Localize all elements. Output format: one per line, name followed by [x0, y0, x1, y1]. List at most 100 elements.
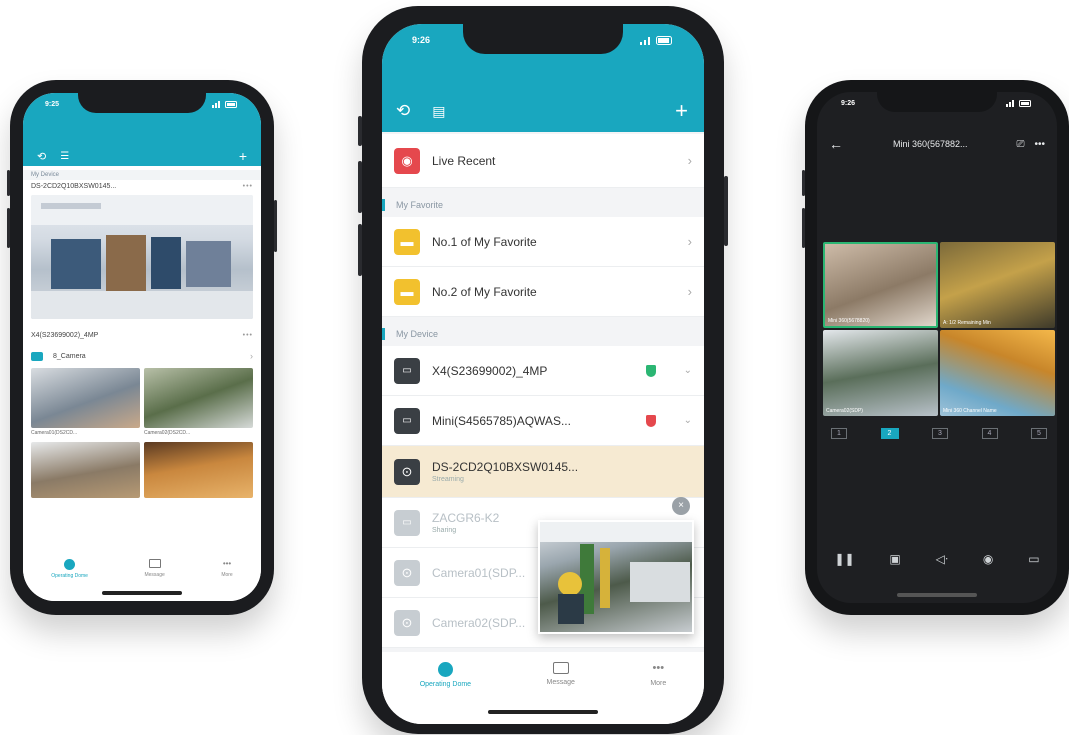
page-indicator: 1 2 3 4 5: [831, 428, 1047, 439]
tab-label: Message: [144, 572, 165, 578]
refresh-icon[interactable]: ⟲: [396, 101, 410, 121]
device-label: ZACGR6-K2: [432, 511, 500, 525]
record-icon[interactable]: ▭: [1028, 552, 1039, 566]
device-row-selected[interactable]: ⊙ DS-2CD2Q10BXSW0145... Streaming: [382, 446, 704, 498]
thumb-caption: Camera01(DS2CD...: [31, 430, 78, 436]
back-arrow-icon[interactable]: ←: [829, 136, 843, 152]
shield-online-icon: [645, 364, 656, 377]
more-icon: •••: [222, 559, 232, 568]
pause-icon[interactable]: ❚❚: [834, 552, 854, 566]
more-icon: •••: [652, 662, 665, 674]
camera-group-label: 8_Camera: [53, 352, 86, 360]
tile-caption: Camera02(SDP): [826, 408, 863, 414]
live-grid: Mini 360(5678820) A: 1/2 Remaining Min C…: [823, 242, 1055, 416]
status-time: 9:25: [45, 100, 60, 108]
message-icon: [148, 559, 161, 568]
camera-snapshot-icon[interactable]: ◉: [983, 552, 993, 566]
device-name: DS-2CD2Q10BXSW0145...: [31, 183, 117, 190]
camera-preview[interactable]: [31, 195, 253, 319]
camera-group-row[interactable]: 8_Camera ›: [23, 348, 261, 364]
tab-operating-dome[interactable]: Operating Dome: [51, 559, 88, 579]
more-icon[interactable]: •••: [243, 332, 253, 339]
add-icon[interactable]: +: [675, 98, 688, 124]
status-time: 9:26: [412, 35, 431, 45]
add-icon[interactable]: +: [239, 148, 247, 164]
device-row[interactable]: DS-2CD2Q10BXSW0145... •••: [23, 180, 261, 193]
tab-label: More: [650, 680, 667, 687]
live-icon: ◉: [394, 147, 420, 174]
nvr-icon: ▭: [394, 509, 420, 536]
page-button[interactable]: 4: [981, 428, 998, 439]
camera-icon: ⊙: [394, 559, 420, 586]
device-row[interactable]: ▭ X4(S23699002)_4MP ⌄: [382, 346, 704, 396]
page-button[interactable]: 1: [831, 428, 847, 439]
split-screen-icon[interactable]: ▣: [889, 552, 900, 566]
section-my-device: My Device: [382, 323, 704, 345]
chevron-down-icon[interactable]: ⌄: [684, 415, 692, 426]
chevron-down-icon[interactable]: ⌄: [684, 365, 692, 376]
shield-offline-icon: [645, 414, 656, 427]
refresh-icon[interactable]: ⟲: [37, 150, 46, 163]
live-recent-label: Live Recent: [432, 153, 496, 168]
page-button-active[interactable]: 2: [880, 428, 899, 439]
live-tile[interactable]: Mini 360(5678820): [823, 242, 938, 328]
tab-label: Operating Dome: [51, 573, 88, 579]
home-icon: [437, 662, 453, 677]
tile-caption: Mini 360(5678820): [828, 318, 870, 324]
live-tile[interactable]: Camera02(SDP): [823, 330, 938, 416]
more-icon[interactable]: •••: [243, 183, 253, 190]
device-label: Mini(S4565785)AQWAS...: [432, 413, 571, 428]
signal-icons: [640, 35, 674, 45]
signal-icons: [212, 100, 239, 108]
thumb-caption: Camera02(DS2CD...: [144, 430, 191, 436]
tab-label: More: [221, 572, 233, 578]
signal-icons: [1006, 99, 1033, 107]
chevron-right-icon: ›: [687, 234, 692, 249]
list-icon[interactable]: ☰: [60, 151, 69, 162]
status-time: 9:26: [841, 99, 856, 107]
camera-thumb[interactable]: [31, 368, 140, 428]
tab-operating-dome[interactable]: Operating Dome: [420, 662, 471, 688]
tab-message[interactable]: Message: [546, 662, 575, 686]
device-row[interactable]: X4(S23699002)_4MP •••: [23, 329, 261, 342]
live-recent-row[interactable]: ◉ Live Recent ›: [382, 134, 704, 188]
camera-icon: ⊙: [394, 458, 420, 485]
device-label: DS-2CD2Q10BXSW0145...: [432, 460, 579, 474]
chevron-right-icon: ›: [687, 284, 692, 299]
right-phone: 9:26 ← Mini 360(567882... ⎚ ••• Mini 360…: [802, 80, 1069, 615]
center-phone: 9:26 ⟲ ▤ + ◉ Live Recent › My Favorite ▬…: [358, 6, 728, 734]
device-row[interactable]: ▭ Mini(S4565785)AQWAS... ⌄: [382, 396, 704, 446]
message-icon: [552, 662, 569, 674]
right-screen: 9:26 ← Mini 360(567882... ⎚ ••• Mini 360…: [817, 92, 1057, 603]
folder-icon: ▬: [394, 278, 420, 305]
camera-thumb[interactable]: [31, 442, 140, 498]
tab-more[interactable]: ••• More: [650, 662, 666, 687]
device-name: X4(S23699002)_4MP: [31, 332, 99, 339]
page-button[interactable]: 5: [1031, 428, 1047, 439]
speaker-icon[interactable]: ◁ᐧ: [936, 552, 948, 566]
playback-controls: ❚❚ ▣ ◁ᐧ ◉ ▭: [817, 552, 1057, 566]
device-list-icon[interactable]: ▤: [432, 103, 445, 120]
camera-thumb[interactable]: [144, 442, 253, 498]
tab-more[interactable]: ••• More: [221, 559, 232, 578]
tile-caption: A: 1/2 Remaining Min: [943, 320, 991, 326]
live-tile[interactable]: Mini 360 Channel Name: [940, 330, 1055, 416]
left-phone: 9:25 ⟲ ☰ + My Device DS-2CD2Q10BXSW0145.…: [7, 80, 277, 615]
close-preview-icon[interactable]: ×: [672, 497, 690, 515]
folder-icon: ▬: [394, 228, 420, 255]
cast-icon[interactable]: ⎚: [1016, 139, 1024, 150]
nvr-icon: ▭: [394, 407, 420, 434]
page-button[interactable]: 3: [932, 428, 948, 439]
floating-preview[interactable]: [538, 520, 694, 634]
camera-icon: ⊙: [394, 609, 420, 636]
camera-thumb[interactable]: [144, 368, 253, 428]
tab-label: Message: [546, 679, 575, 686]
favorite-row-2[interactable]: ▬ No.2 of My Favorite ›: [382, 267, 704, 317]
chevron-right-icon: ›: [687, 153, 692, 168]
favorite-row-1[interactable]: ▬ No.1 of My Favorite ›: [382, 217, 704, 267]
live-tile[interactable]: A: 1/2 Remaining Min: [940, 242, 1055, 328]
more-icon[interactable]: •••: [1034, 139, 1045, 150]
left-screen: 9:25 ⟲ ☰ + My Device DS-2CD2Q10BXSW0145.…: [23, 93, 261, 601]
favorite-label: No.1 of My Favorite: [432, 234, 537, 249]
tab-message[interactable]: Message: [144, 559, 165, 578]
